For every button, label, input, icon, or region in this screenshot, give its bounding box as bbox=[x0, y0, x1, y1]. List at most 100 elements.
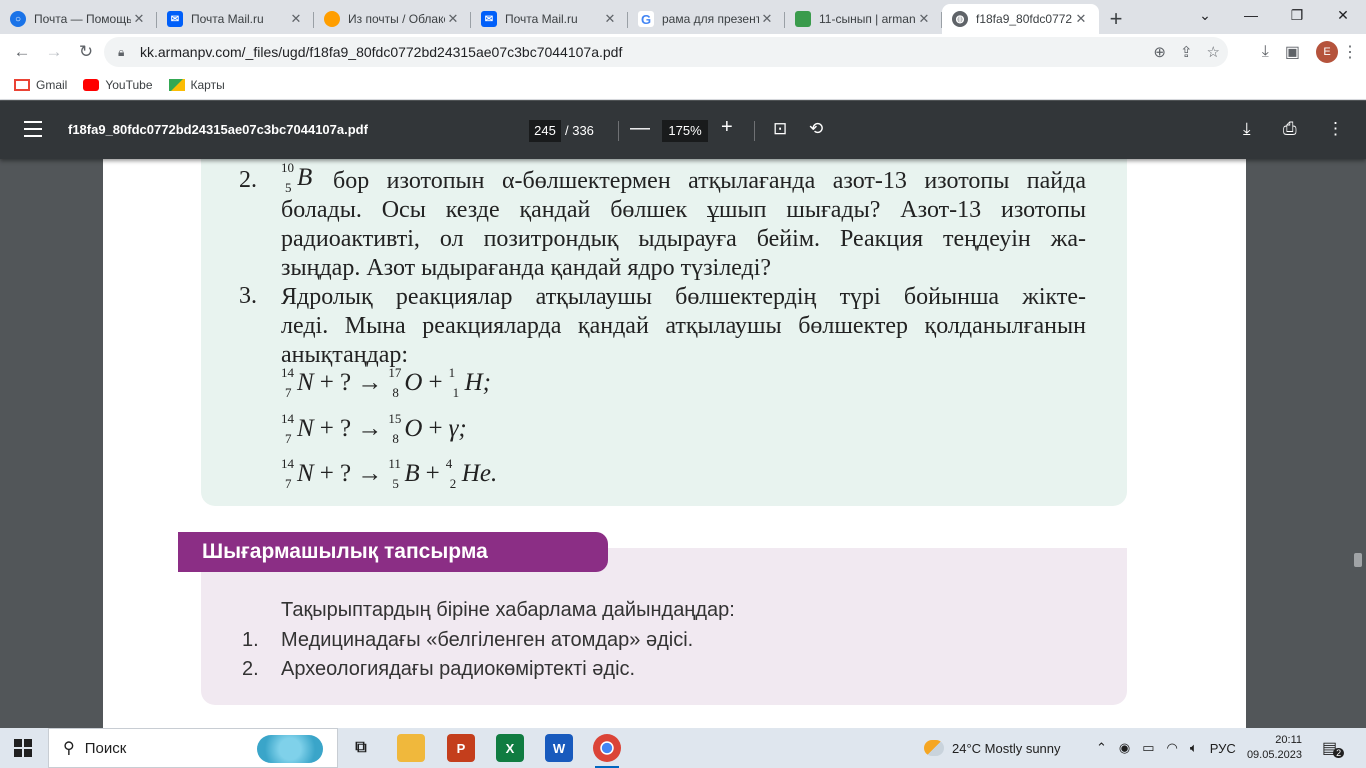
back-button[interactable]: ← bbox=[6, 36, 38, 68]
divider bbox=[754, 121, 755, 141]
restore-button[interactable]: ❐ bbox=[1274, 0, 1320, 30]
menu-kebab-icon[interactable]: ⋮ bbox=[1342, 34, 1358, 70]
close-icon[interactable]: ✕ bbox=[288, 11, 304, 27]
chevron-up-icon[interactable]: ⌃ bbox=[1096, 740, 1107, 756]
browser-toolbar: ← → ↻ 🔒︎ kk.armanpv.com/_files/ugd/f18fa… bbox=[0, 34, 1366, 70]
tab-label: Почта — Помощь bbox=[34, 12, 131, 26]
side-panel-icon[interactable]: ▣ bbox=[1285, 42, 1300, 62]
address-bar[interactable]: 🔒︎ kk.armanpv.com/_files/ugd/f18fa9_80fd… bbox=[104, 37, 1228, 67]
maps-icon bbox=[168, 78, 185, 91]
tab-label: Почта Mail.ru bbox=[505, 12, 578, 26]
search-icon: ⚲ bbox=[63, 740, 75, 757]
notification-count: 2 bbox=[1333, 748, 1345, 758]
chrome-icon[interactable] bbox=[593, 734, 621, 768]
creative-task-title: Шығармашылық тапсырма bbox=[178, 532, 608, 572]
menu-icon[interactable] bbox=[24, 121, 42, 137]
download-icon[interactable]: ⤓ bbox=[1262, 43, 1269, 61]
close-icon[interactable]: ✕ bbox=[759, 11, 775, 27]
notification-center[interactable]: ▤ 2 bbox=[1322, 728, 1345, 768]
language-indicator[interactable]: РУС bbox=[1210, 741, 1236, 756]
wifi-icon[interactable]: ◠ bbox=[1167, 740, 1178, 756]
task-view-icon[interactable]: ⧉ bbox=[347, 734, 375, 762]
url-text[interactable]: kk.armanpv.com/_files/ugd/f18fa9_80fdc07… bbox=[140, 44, 622, 60]
tab-label: f18fa9_80fdc0772 bbox=[976, 12, 1073, 26]
task-item-1: Медицинадағы «белгіленген атомдар» әдісі… bbox=[281, 629, 694, 651]
powerpoint-icon[interactable]: P bbox=[447, 734, 475, 762]
item3-line2: леді. Мына реакцияларда қандай атқылаушы… bbox=[281, 313, 1086, 339]
tab-6[interactable]: 11-сынып | armanpv ✕ bbox=[785, 4, 942, 34]
close-icon[interactable]: ✕ bbox=[131, 11, 147, 27]
close-icon[interactable]: ✕ bbox=[602, 11, 618, 27]
minimize-button[interactable]: — bbox=[1228, 0, 1274, 30]
task-item-2: Археологиядағы радиокөміртекті әдіс. bbox=[281, 658, 636, 680]
download-icon[interactable]: ⤓ bbox=[1243, 119, 1251, 139]
word-icon[interactable]: W bbox=[545, 734, 573, 762]
tab-3[interactable]: Из почты / Облако ✕ bbox=[314, 4, 471, 34]
mailru-envelope-icon: ✉ bbox=[481, 11, 497, 27]
lock-icon[interactable]: 🔒︎ bbox=[118, 45, 132, 59]
taskbar-search[interactable]: ⚲ Поиск bbox=[48, 728, 338, 768]
zoom-input[interactable]: 175% bbox=[662, 120, 708, 142]
excel-icon[interactable]: X bbox=[496, 734, 524, 762]
date-text: 09.05.2023 bbox=[1246, 749, 1302, 761]
reaction-equation-2: 14 7 N + ? → 15 8 O + γ; bbox=[281, 411, 467, 446]
weather-text: 24°C Mostly sunny bbox=[952, 740, 1061, 756]
item-number: 3. bbox=[239, 283, 257, 309]
more-options-icon[interactable]: ⋮ bbox=[1327, 119, 1344, 139]
fit-page-icon[interactable]: ⊡ bbox=[773, 119, 787, 139]
pdf-filename: f18fa9_80fdc0772bd24315ae07c3bc7044107a.… bbox=[68, 122, 368, 137]
item3-line1: Ядролық реакциялар атқылаушы бөлшектерді… bbox=[281, 284, 1086, 310]
close-icon[interactable]: ✕ bbox=[916, 11, 932, 27]
star-icon[interactable]: ☆ bbox=[1207, 43, 1220, 61]
battery-icon[interactable]: ▭ bbox=[1142, 740, 1154, 756]
tab-1[interactable]: ○ Почта — Помощь ✕ bbox=[0, 4, 157, 34]
print-icon[interactable]: ⎙ bbox=[1283, 119, 1297, 139]
volume-icon[interactable]: 🔈︎ bbox=[1190, 740, 1198, 756]
reload-button[interactable]: ↻ bbox=[70, 36, 102, 68]
zoom-in-button[interactable]: + bbox=[721, 116, 733, 139]
close-window-button[interactable]: ✕ bbox=[1320, 0, 1366, 30]
reaction-equation-1: 14 7 N + ? → 17 8 O +1 1 H; bbox=[281, 365, 491, 400]
bookmark-youtube[interactable]: YouTube bbox=[83, 78, 153, 92]
pdf-toolbar: f18fa9_80fdc0772bd24315ae07c3bc7044107a.… bbox=[0, 101, 1366, 159]
close-icon[interactable]: ✕ bbox=[1073, 11, 1089, 27]
tab-2[interactable]: ✉ Почта Mail.ru ✕ bbox=[157, 4, 314, 34]
avatar[interactable]: E bbox=[1316, 41, 1338, 63]
tab-5[interactable]: G рама для презентации ✕ bbox=[628, 4, 785, 34]
youtube-icon bbox=[83, 78, 100, 91]
file-explorer-icon[interactable] bbox=[397, 734, 425, 762]
divider bbox=[618, 121, 619, 141]
tab-label: рама для презентации bbox=[662, 12, 759, 26]
item2-line1: бор изотопын α-бөлшектермен атқылағанда … bbox=[333, 168, 1086, 194]
boron-nuclide: 10 5 B bbox=[281, 160, 313, 195]
task-number: 1. bbox=[242, 629, 259, 651]
tab-label: Почта Mail.ru bbox=[191, 12, 264, 26]
item2-line3: радиоактивті, ол позитрондық ыдырауға бе… bbox=[281, 226, 1086, 252]
bookmark-gmail[interactable]: Gmail bbox=[14, 78, 67, 92]
weather-widget[interactable]: 24°C Mostly sunny bbox=[924, 728, 1061, 768]
search-placeholder: Поиск bbox=[84, 739, 127, 757]
windows-start-icon[interactable] bbox=[14, 739, 32, 757]
scrollbar[interactable] bbox=[1350, 159, 1366, 728]
close-icon[interactable]: ✕ bbox=[445, 11, 461, 27]
new-tab-button[interactable]: + bbox=[1099, 4, 1133, 34]
bookmark-maps[interactable]: Карты bbox=[168, 78, 225, 92]
tab-7-active[interactable]: ◍ f18fa9_80fdc0772 ✕ bbox=[942, 4, 1099, 34]
zoom-out-button[interactable]: — bbox=[630, 117, 650, 140]
globe-icon: ◍ bbox=[952, 11, 968, 27]
scrollbar-thumb[interactable] bbox=[1354, 553, 1362, 567]
tab-4[interactable]: ✉ Почта Mail.ru ✕ bbox=[471, 4, 628, 34]
clock[interactable]: 20:11 09.05.2023 bbox=[1246, 728, 1302, 768]
system-tray: ⌃ ◉ ▭ ◠ 🔈︎ РУС bbox=[1096, 728, 1236, 768]
share-icon[interactable]: ⇪ bbox=[1180, 43, 1193, 61]
item3-line3: анықтаңдар: bbox=[281, 342, 409, 368]
tab-search-chevron-icon[interactable]: ⌄ bbox=[1182, 0, 1228, 30]
rotate-icon[interactable]: ⟲ bbox=[809, 119, 823, 139]
forward-button[interactable]: → bbox=[38, 36, 70, 68]
tab-strip: ○ Почта — Помощь ✕ ✉ Почта Mail.ru ✕ Из … bbox=[0, 0, 1366, 34]
pdf-viewer[interactable]: 2. 10 5 B бор изотопын α-бөлшектермен атқы… bbox=[0, 159, 1366, 728]
tab-label: 11-сынып | armanpv bbox=[819, 12, 916, 26]
page-number-input[interactable]: 245 bbox=[529, 120, 561, 142]
zoom-icon[interactable]: ⊕ bbox=[1153, 43, 1166, 61]
meet-now-icon[interactable]: ◉ bbox=[1119, 740, 1130, 756]
